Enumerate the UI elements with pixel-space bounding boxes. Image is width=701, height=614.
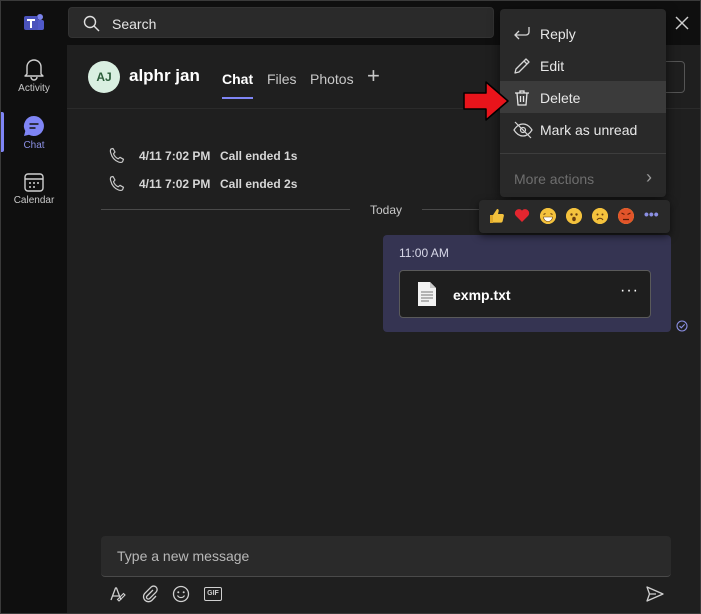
bell-icon bbox=[24, 59, 44, 81]
menu-item-delete[interactable]: Delete bbox=[500, 81, 666, 113]
gif-icon[interactable]: GIF bbox=[204, 587, 222, 601]
attach-icon[interactable] bbox=[141, 585, 159, 603]
date-divider-label: Today bbox=[370, 203, 403, 217]
close-icon[interactable] bbox=[673, 14, 691, 32]
call-description: Call ended 1s bbox=[220, 149, 298, 163]
calendar-icon bbox=[24, 173, 44, 192]
file-attachment[interactable]: exmp.txt ··· bbox=[399, 270, 651, 318]
search-input[interactable]: Search bbox=[68, 7, 494, 38]
date-divider-line bbox=[422, 209, 482, 210]
rail-item-label: Activity bbox=[18, 83, 50, 94]
tab-files[interactable]: Files bbox=[267, 71, 297, 87]
pencil-icon bbox=[514, 58, 530, 74]
menu-item-label: Edit bbox=[540, 58, 565, 74]
search-icon bbox=[83, 15, 100, 32]
date-divider-line bbox=[101, 209, 350, 210]
file-name: exmp.txt bbox=[453, 287, 511, 303]
search-placeholder: Search bbox=[112, 16, 157, 32]
tab-chat[interactable]: Chat bbox=[222, 71, 254, 99]
laugh-reaction-icon[interactable] bbox=[540, 208, 556, 224]
phone-icon bbox=[109, 175, 125, 192]
app-rail: Activity Chat Calendar bbox=[1, 45, 67, 613]
surprised-reaction-icon[interactable] bbox=[566, 208, 582, 224]
tab-photos[interactable]: Photos bbox=[310, 71, 354, 87]
rail-item-calendar[interactable]: Calendar bbox=[1, 165, 67, 217]
call-time: 4/11 7:02 PM bbox=[139, 177, 211, 191]
heart-reaction-icon[interactable] bbox=[514, 208, 530, 223]
call-description: Call ended 2s bbox=[220, 177, 298, 191]
compose-placeholder: Type a new message bbox=[117, 548, 250, 564]
send-icon[interactable] bbox=[645, 585, 665, 603]
menu-separator bbox=[500, 153, 666, 154]
angry-reaction-icon[interactable] bbox=[618, 208, 634, 224]
add-tab-button[interactable]: + bbox=[367, 65, 380, 87]
menu-item-label: Reply bbox=[540, 26, 576, 42]
teams-logo-icon bbox=[24, 14, 44, 30]
menu-item-edit[interactable]: Edit bbox=[500, 49, 666, 81]
reactions-bar: ••• bbox=[479, 200, 670, 233]
rail-item-chat[interactable]: Chat bbox=[1, 108, 67, 160]
menu-item-reply[interactable]: Reply bbox=[500, 17, 666, 49]
rail-item-label: Chat bbox=[23, 140, 45, 151]
more-reactions-button[interactable]: ••• bbox=[644, 206, 666, 222]
menu-item-label: Delete bbox=[540, 90, 581, 106]
menu-item-mark-unread[interactable]: Mark as unread bbox=[500, 113, 666, 145]
phone-icon bbox=[109, 147, 125, 164]
unread-icon bbox=[513, 121, 533, 139]
red-arrow-annotation-icon bbox=[463, 81, 509, 121]
chevron-right-icon: › bbox=[646, 167, 652, 187]
rail-item-activity[interactable]: Activity bbox=[1, 51, 67, 103]
call-time: 4/11 7:02 PM bbox=[139, 149, 211, 163]
reply-icon bbox=[514, 27, 530, 40]
avatar[interactable]: AJ bbox=[88, 61, 120, 93]
message-compose-box[interactable]: Type a new message bbox=[101, 536, 671, 577]
chat-icon bbox=[23, 115, 44, 136]
format-icon[interactable] bbox=[109, 585, 127, 603]
trash-icon bbox=[515, 90, 529, 106]
message-context-menu: Reply Edit Delete Mark as unread More ac… bbox=[500, 9, 666, 197]
menu-item-more-actions[interactable]: More actions › bbox=[500, 162, 666, 194]
seen-check-icon bbox=[676, 320, 688, 332]
emoji-icon[interactable] bbox=[172, 585, 190, 603]
document-icon bbox=[418, 282, 436, 306]
chat-title: alphr jan bbox=[129, 66, 200, 85]
file-more-button[interactable]: ··· bbox=[620, 282, 639, 300]
rail-item-label: Calendar bbox=[13, 195, 55, 206]
message-bubble[interactable]: 11:00 AM exmp.txt ··· bbox=[383, 235, 671, 332]
like-reaction-icon[interactable] bbox=[488, 207, 505, 224]
teams-window: Search Activity Chat Calendar AJ alphr j… bbox=[0, 0, 701, 614]
message-time: 11:00 AM bbox=[399, 246, 449, 260]
menu-item-label: More actions bbox=[514, 171, 595, 187]
sad-reaction-icon[interactable] bbox=[592, 208, 608, 224]
menu-item-label: Mark as unread bbox=[540, 122, 638, 138]
